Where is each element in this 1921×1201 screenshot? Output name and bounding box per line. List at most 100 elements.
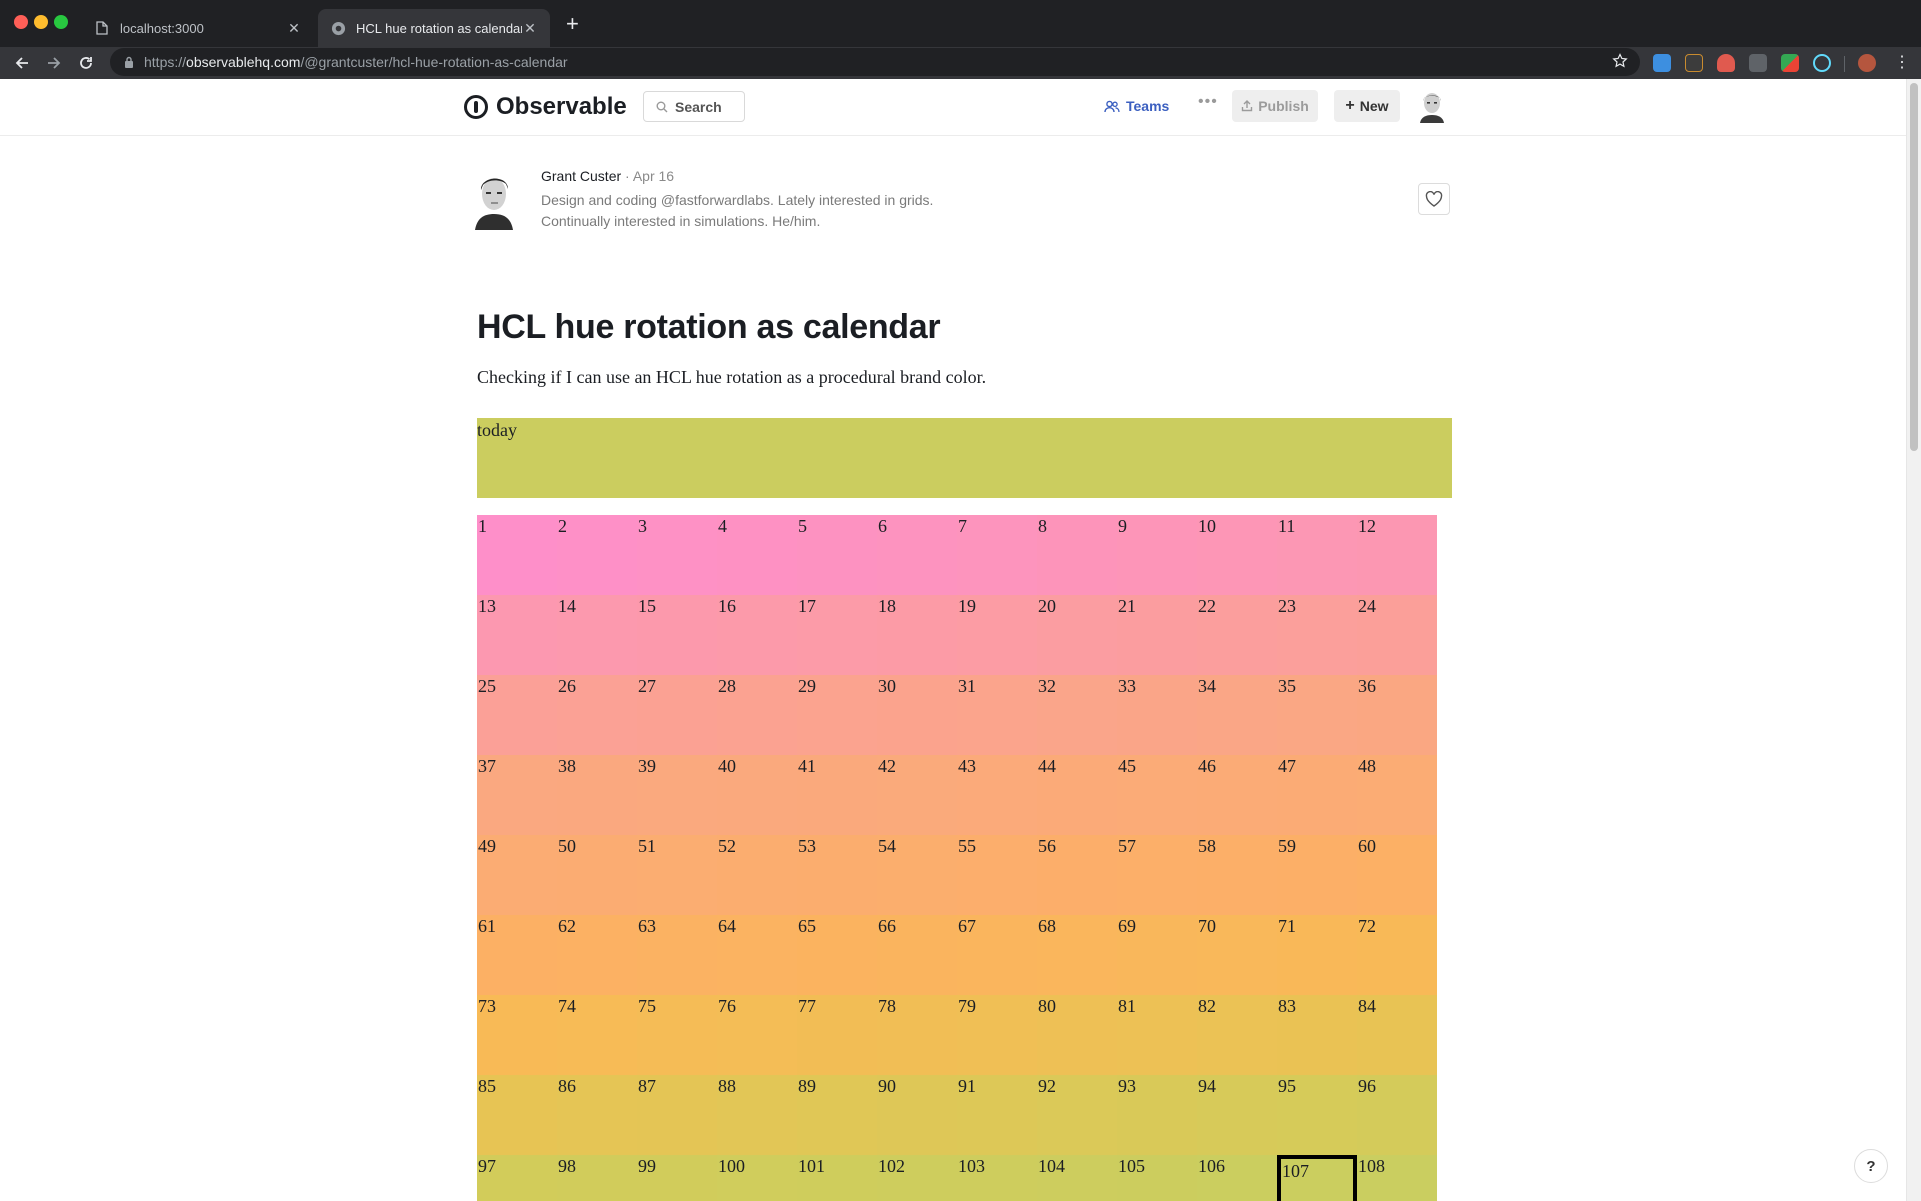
calendar-day: 24 [1357,595,1437,675]
calendar-day: 89 [797,1075,877,1155]
url-path: /@grantcuster/hcl-hue-rotation-as-calend… [300,54,568,70]
plus-icon: + [1345,97,1355,114]
calendar-day: 35 [1277,675,1357,755]
browser-tab-observable[interactable]: HCL hue rotation as calendar / ✕ [318,9,550,47]
extension-window-icon[interactable] [1749,54,1767,72]
new-tab-button[interactable]: + [566,12,579,36]
calendar-day: 21 [1117,595,1197,675]
calendar-day: 46 [1197,755,1277,835]
calendar-day: 63 [637,915,717,995]
calendar-day: 65 [797,915,877,995]
calendar-day: 55 [957,835,1037,915]
calendar-day: 87 [637,1075,717,1155]
calendar-day: 68 [1037,915,1117,995]
calendar-day: 90 [877,1075,957,1155]
reload-icon[interactable] [74,51,98,75]
calendar-day: 96 [1357,1075,1437,1155]
calendar-day: 14 [557,595,637,675]
calendar-day: 23 [1277,595,1357,675]
calendar-day: 91 [957,1075,1037,1155]
calendar-day: 99 [637,1155,717,1201]
like-button[interactable] [1418,183,1450,215]
publish-label: Publish [1258,98,1309,114]
help-button[interactable]: ? [1854,1149,1888,1183]
forward-icon[interactable] [42,51,66,75]
tab-title: localhost:3000 [120,20,204,36]
calendar-grid: 1 2 3 4 5 6 7 8 9 10 11 12 13 14 15 16 17 18 19 20 21 22 23 24 2… [477,515,1437,1201]
calendar-day: 47 [1277,755,1357,835]
bookmark-star-icon[interactable] [1612,53,1628,72]
address-bar[interactable]: https://observablehq.com/@grantcuster/hc… [110,48,1640,76]
calendar-day: 5 [797,515,877,595]
calendar-day: 62 [557,915,637,995]
scrollbar-thumb[interactable] [1910,83,1918,451]
calendar-day: 105 [1117,1155,1197,1201]
calendar-day: 33 [1117,675,1197,755]
url-prefix: https:// [144,54,187,70]
calendar-day: 74 [557,995,637,1075]
calendar-day: 3 [637,515,717,595]
document-icon [94,20,110,36]
more-options-button[interactable]: ••• [1198,93,1218,111]
back-icon[interactable] [10,51,34,75]
publish-button[interactable]: Publish [1232,90,1318,122]
page-scrollbar[interactable] [1906,79,1921,1201]
close-tab-icon[interactable]: ✕ [286,20,302,37]
observable-logo[interactable]: Observable [464,93,627,121]
author-name[interactable]: Grant Custer [541,168,621,184]
search-input[interactable]: Search [643,91,745,122]
calendar-day: 86 [557,1075,637,1155]
close-tab-icon[interactable]: ✕ [522,20,538,37]
calendar-day: 34 [1197,675,1277,755]
calendar-day: 84 [1357,995,1437,1075]
calendar-day: 7 [957,515,1037,595]
calendar-day: 56 [1037,835,1117,915]
minimize-window-button[interactable] [34,15,48,29]
calendar-day: 60 [1357,835,1437,915]
calendar-day: 39 [637,755,717,835]
browser-tab-localhost[interactable]: localhost:3000 ✕ [82,9,314,47]
extension-k-icon[interactable] [1685,54,1703,72]
teams-label: Teams [1126,98,1170,114]
calendar-day: 104 [1037,1155,1117,1201]
new-label: New [1359,98,1389,114]
upload-icon [1241,100,1253,112]
author-avatar[interactable] [472,170,516,230]
calendar-day: 97 [477,1155,557,1201]
extension-pen-icon[interactable] [1653,54,1671,72]
calendar-day: 59 [1277,835,1357,915]
calendar-day: 12 [1357,515,1437,595]
calendar-day: 61 [477,915,557,995]
close-window-button[interactable] [14,15,28,29]
teams-button[interactable]: Teams [1104,98,1169,114]
extension-colorpicker-icon[interactable] [1781,54,1799,72]
calendar-day: 8 [1037,515,1117,595]
calendar-day: 76 [717,995,797,1075]
observable-icon [330,20,346,36]
extension-shield-icon[interactable] [1717,54,1735,72]
profile-avatar-icon[interactable] [1858,54,1876,72]
extension-react-icon[interactable] [1813,54,1831,72]
calendar-day: 6 [877,515,957,595]
calendar-day: 69 [1117,915,1197,995]
calendar-day: 30 [877,675,957,755]
calendar-day: 17 [797,595,877,675]
zoom-window-button[interactable] [54,15,68,29]
calendar-day-today: 107 [1277,1155,1357,1201]
calendar-day: 66 [877,915,957,995]
new-notebook-button[interactable]: + New [1334,90,1400,122]
search-icon [656,101,668,113]
calendar-day: 51 [637,835,717,915]
calendar-day: 64 [717,915,797,995]
author-bio: Design and coding @fastforwardlabs. Late… [541,190,1001,232]
calendar-day: 98 [557,1155,637,1201]
calendar-day: 85 [477,1075,557,1155]
calendar-day: 106 [1197,1155,1277,1201]
calendar-day: 38 [557,755,637,835]
calendar-day: 49 [477,835,557,915]
calendar-day: 1 [477,515,557,595]
calendar-day: 92 [1037,1075,1117,1155]
user-avatar[interactable] [1418,91,1446,123]
browser-menu-icon[interactable]: ⋮ [1894,55,1910,71]
calendar-day: 41 [797,755,877,835]
